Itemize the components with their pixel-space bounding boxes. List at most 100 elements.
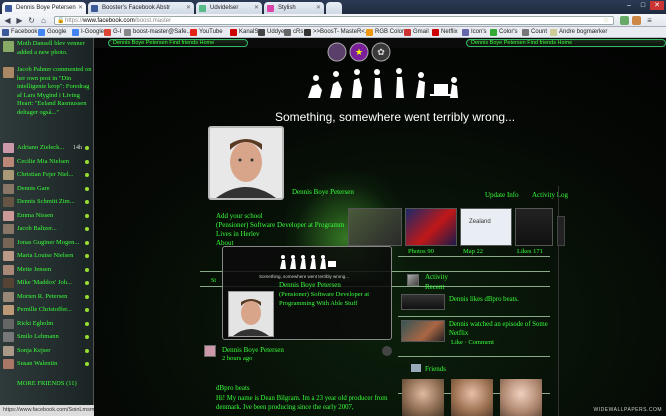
bookmark-item[interactable]: boost-master@Safe...	[124, 28, 191, 37]
reload-icon[interactable]: ↻	[27, 16, 36, 25]
post-title[interactable]: dBpro beats	[216, 384, 250, 392]
chat-friend-item[interactable]: Mike 'Maddox' Joh...	[2, 277, 92, 289]
friend-photo[interactable]	[451, 379, 493, 416]
post-author[interactable]: Dennis Boye Petersen	[222, 346, 284, 354]
activity-log-link[interactable]: Activity Log	[532, 191, 568, 199]
tab-udvidelser[interactable]: Udvidelser ✕	[196, 2, 262, 14]
close-tab-icon[interactable]: ✕	[186, 2, 191, 14]
bookmark-favicon-icon	[2, 29, 9, 36]
post-avatar[interactable]	[204, 345, 216, 357]
facebook-icon	[91, 5, 98, 12]
like-comment-links[interactable]: Like · Comment	[451, 339, 494, 346]
url-input[interactable]: 🔒 https://www.facebook.com/boost.master …	[54, 16, 614, 25]
header-pill-left[interactable]: Dennis Boye Petersen Find friends Home	[108, 39, 248, 47]
likes-thumb[interactable]	[515, 208, 553, 246]
chat-friend-item[interactable]: Morten R. Petersen	[2, 291, 92, 303]
home-icon[interactable]: ⌂	[39, 16, 48, 25]
chat-friend-item[interactable]: Jonas Guginer Mogen...	[2, 237, 92, 249]
tab-stylish[interactable]: Stylish ✕	[264, 2, 324, 14]
likes-count[interactable]: Likes 171	[517, 248, 543, 255]
chat-friend-item[interactable]: Maria Louise Nielsen	[2, 250, 92, 262]
header-pill-right[interactable]: Dennis Boye Petersen Find friends Home	[466, 39, 666, 47]
chat-friend-item[interactable]: Smilo Lehmann	[2, 331, 92, 343]
chat-friend-item[interactable]: Adriano Zieleck... 14h	[2, 142, 92, 154]
facebook-page: Moth Dansell blev venner added a new pho…	[0, 38, 666, 416]
wrench-menu-icon[interactable]: ≡	[645, 16, 654, 25]
photos-count[interactable]: Photos 90	[408, 248, 434, 255]
tab-dennis-boye-petersen[interactable]: Dennis Boye Petersen ✕	[2, 2, 86, 14]
bookmark-item[interactable]: RGB Color	[366, 28, 404, 37]
friend-photo[interactable]	[500, 379, 542, 416]
bookmark-item[interactable]: KanalS	[230, 28, 258, 37]
chat-friend-item[interactable]: Christian Fejer Niel...	[2, 169, 92, 181]
bookmark-label: cRs	[293, 29, 304, 35]
notification-item[interactable]: Moth Dansell blev venner added a new pho…	[2, 40, 92, 57]
extension-icon[interactable]	[620, 16, 629, 25]
svg-text:★: ★	[355, 48, 363, 58]
photo-thumb[interactable]	[348, 208, 402, 246]
chat-friend-item[interactable]: Ricki Egholm	[2, 318, 92, 330]
profile-photo[interactable]	[208, 126, 284, 200]
bookmark-item[interactable]: Netflix	[432, 28, 458, 37]
chat-friend-item[interactable]: Emma Nissen	[2, 210, 92, 222]
maximize-button[interactable]: □	[636, 1, 650, 10]
avatar	[3, 197, 14, 207]
close-tab-icon[interactable]: ✕	[254, 2, 259, 14]
friend-name: Emma Nissen	[17, 211, 54, 219]
side-thumb[interactable]	[557, 216, 565, 246]
activity-thumb[interactable]	[401, 320, 445, 342]
friends-heading[interactable]: Friends	[425, 365, 446, 373]
forward-icon[interactable]: ▶	[15, 16, 24, 25]
bookmark-item[interactable]: Uddye	[258, 28, 284, 37]
bookmark-item[interactable]: Andre bogmærker	[550, 28, 607, 37]
more-friends-link[interactable]: MORE FRIENDS (11)	[2, 378, 92, 390]
notification-item[interactable]: Jacob Pahner commented on her own post i…	[2, 66, 92, 117]
avatar	[3, 41, 14, 52]
online-status-icon	[85, 227, 89, 231]
post-time[interactable]: 2 hours ago	[222, 355, 252, 362]
hovercard-photo[interactable]	[228, 291, 274, 337]
minimize-button[interactable]: –	[622, 1, 636, 10]
bookmark-item[interactable]: cRs	[284, 28, 303, 37]
extension-icon[interactable]	[632, 16, 641, 25]
close-window-button[interactable]: ✕	[650, 1, 664, 10]
add-school-link[interactable]: Add your school	[216, 212, 346, 221]
chat-friend-item[interactable]: Mette Jensen	[2, 264, 92, 276]
bookmark-item[interactable]: G-I	[104, 28, 121, 37]
chat-friend-item[interactable]: Dennis Gare	[2, 183, 92, 195]
photos-thumb[interactable]	[405, 208, 457, 246]
bookmark-item[interactable]: Facebook	[2, 28, 37, 37]
bookmark-item[interactable]: YouTube	[190, 28, 223, 37]
avatar	[3, 332, 14, 342]
close-tab-icon[interactable]: ✕	[78, 2, 83, 14]
new-tab-button[interactable]	[326, 2, 342, 14]
close-tab-icon[interactable]: ✕	[316, 2, 321, 14]
bookmark-item[interactable]: >>BoosT- MasteR<...	[304, 28, 370, 37]
back-icon[interactable]: ◀	[3, 16, 12, 25]
hovercard-name[interactable]: Dennis Boye Petersen	[279, 281, 341, 289]
chat-friend-item[interactable]: Susan Walentin	[2, 358, 92, 370]
friend-photo[interactable]	[402, 379, 444, 416]
chat-friend-item[interactable]: Pernille Christoffer...	[2, 304, 92, 316]
map-thumb[interactable]: Zealand	[460, 208, 512, 246]
avatar	[3, 67, 14, 78]
activity-watch-item[interactable]: Dennis watched an episode of Some Netfli…	[449, 320, 553, 338]
bookmark-item[interactable]: Count	[522, 28, 547, 37]
bookmark-item[interactable]: Google	[38, 28, 66, 37]
update-info-link[interactable]: Update Info	[485, 191, 519, 199]
activity-thumb[interactable]	[401, 294, 445, 310]
bookmark-star-icon[interactable]: ☆	[603, 17, 609, 25]
bookmark-item[interactable]: Gmail	[404, 28, 429, 37]
chat-friend-item[interactable]: Sonja Kejser	[2, 345, 92, 357]
chat-friend-item[interactable]: Jacob Baltzer...	[2, 223, 92, 235]
activity-item[interactable]: Dennis likes dBpro beats.	[449, 296, 519, 303]
bookmark-item[interactable]: Color's	[490, 28, 517, 37]
chat-friend-item[interactable]: Cecilie Mia Nielsen	[2, 156, 92, 168]
post-options-icon[interactable]	[382, 346, 392, 356]
bookmark-item[interactable]: Icon's	[462, 28, 487, 37]
profile-name[interactable]: Dennis Boye Petersen	[292, 188, 354, 196]
bookmark-item[interactable]: I-Google	[72, 28, 104, 37]
tab-boosters-facebook[interactable]: Booster's Facebook Abstr ✕	[88, 2, 194, 14]
map-count[interactable]: Map 22	[463, 248, 483, 255]
chat-friend-item[interactable]: Dennis Schmitt Zim...	[2, 196, 92, 208]
